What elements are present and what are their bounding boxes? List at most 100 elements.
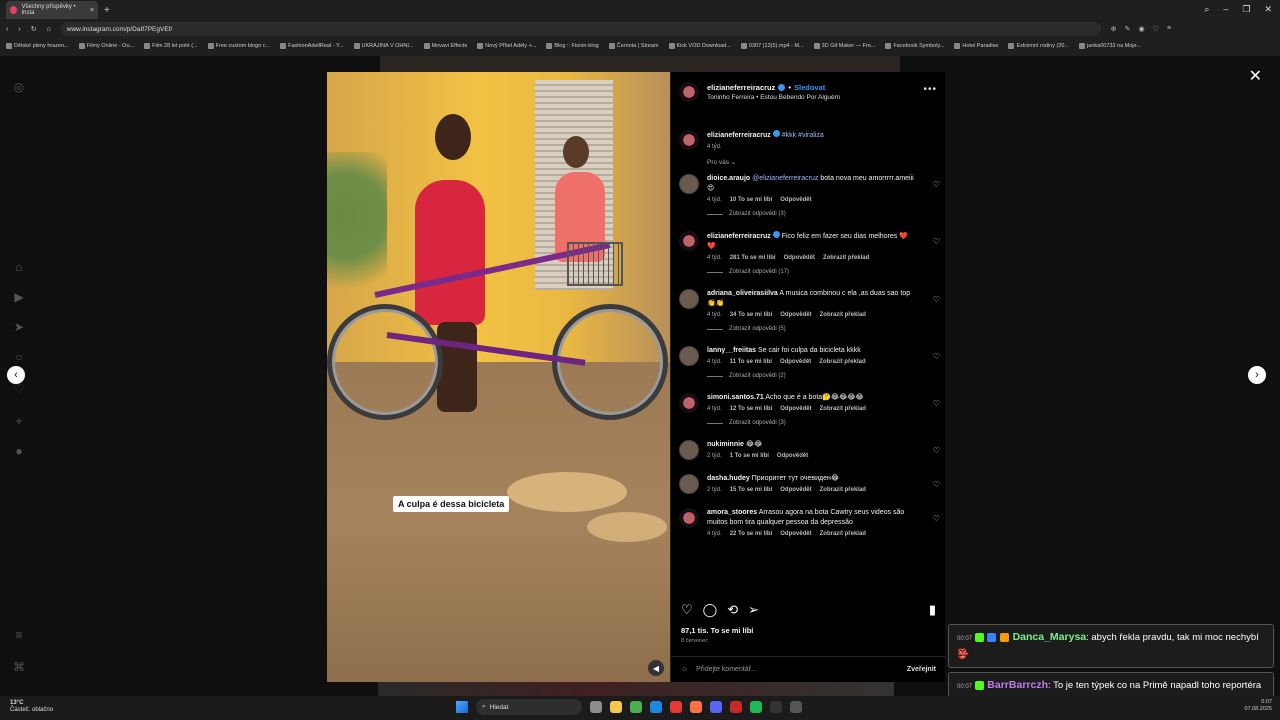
task-view-icon[interactable] — [590, 701, 602, 713]
comment-likes[interactable]: 12 To se mi líbí — [730, 406, 773, 412]
repost-icon[interactable]: ⟲ — [727, 602, 738, 618]
instagram-logo-icon[interactable]: ◎ — [12, 80, 26, 94]
home-icon[interactable]: ⌂ — [47, 26, 51, 33]
comment-likes[interactable]: 34 To se mi líbí — [730, 312, 773, 318]
reply-button[interactable]: Odpovědět — [780, 197, 811, 203]
translate-button[interactable]: Zobrazit překlad — [823, 255, 869, 261]
view-replies-button[interactable]: Zobrazit odpovědi (3) — [707, 211, 917, 217]
comments-list[interactable]: elizianeferreiracruz #kkk #viraliza 4 tý… — [671, 116, 946, 578]
reply-button[interactable]: Odpovědět — [780, 406, 811, 412]
system-tray[interactable]: 0:07 07.08.2025 — [1244, 699, 1272, 713]
like-comment-icon[interactable]: ♡ — [933, 237, 940, 246]
comment-icon[interactable]: ◯ — [703, 602, 718, 618]
firefox-icon[interactable] — [690, 701, 702, 713]
bookmark-item[interactable]: Film 28 let poté (... — [144, 43, 198, 49]
follow-button[interactable]: Sledovat — [794, 83, 825, 92]
maximize-icon[interactable]: ❐ — [1242, 4, 1250, 15]
bookmark-item[interactable]: Free custom bingo c... — [207, 43, 270, 49]
like-comment-icon[interactable]: ♡ — [933, 446, 940, 455]
comment-username[interactable]: amora_stoores — [707, 509, 757, 516]
translate-button[interactable]: Zobrazit překlad — [820, 312, 866, 318]
caption-hashtags[interactable]: #kkk #viraliza — [782, 132, 824, 139]
comment-likes[interactable]: 15 To se mi líbí — [730, 487, 773, 493]
sort-dropdown[interactable]: Pro vás ⌄ — [671, 158, 946, 166]
steam-icon[interactable] — [650, 701, 662, 713]
bookmark-item[interactable]: UKRAJINA V OHNI... — [353, 43, 414, 49]
avatar[interactable] — [679, 82, 699, 102]
like-icon[interactable]: ♡ — [681, 602, 693, 618]
profile-nav-icon[interactable]: ● — [12, 444, 26, 458]
view-replies-button[interactable]: Zobrazit odpovědi (3) — [707, 420, 917, 426]
discord-icon[interactable] — [710, 701, 722, 713]
caption-username[interactable]: elizianeferreiracruz — [707, 132, 771, 139]
bookmark-item[interactable]: Černota | Stream — [608, 43, 659, 49]
menu-icon[interactable]: ≡ — [1167, 25, 1171, 33]
threads-nav-icon[interactable]: ⌘ — [12, 660, 26, 674]
like-comment-icon[interactable]: ♡ — [933, 480, 940, 489]
comment-likes[interactable]: 1 To se mi líbí — [730, 453, 769, 459]
close-tab-icon[interactable]: × — [90, 7, 94, 14]
author-username[interactable]: elizianeferreiracruz — [707, 83, 775, 92]
home-nav-icon[interactable]: ⌂ — [12, 260, 26, 274]
chat-username[interactable]: BarrBarrczh — [987, 679, 1048, 691]
audio-track[interactable]: Toninho Ferreira • Estou Bebendo Por Alg… — [707, 94, 840, 101]
taskbar-search[interactable]: ⌕ Hledat — [476, 699, 582, 715]
avatar[interactable] — [679, 130, 699, 150]
search-nav-icon[interactable]: ○ — [12, 350, 26, 364]
start-icon[interactable] — [456, 701, 468, 713]
weather-widget[interactable]: 13°C Částeč. oblačno — [10, 700, 53, 714]
bookmark-item[interactable]: 3D Gif Maker — Fre... — [813, 43, 875, 49]
like-comment-icon[interactable]: ♡ — [933, 514, 940, 523]
comment-username[interactable]: lanny__freiitas — [707, 347, 756, 354]
xbox-icon[interactable] — [770, 701, 782, 713]
comment-username[interactable]: elizianeferreiracruz — [707, 233, 771, 240]
chat-username[interactable]: Danca_Marysa — [1013, 631, 1087, 643]
avatar[interactable] — [679, 346, 699, 366]
url-field[interactable]: www.instagram.com/p/DaIf7PEgVEf/ — [60, 22, 1101, 36]
comment-likes[interactable]: 11 To se mi líbí — [730, 359, 772, 365]
heart-icon[interactable]: ♡ — [1153, 25, 1159, 33]
opera-icon[interactable] — [670, 701, 682, 713]
view-replies-button[interactable]: Zobrazit odpovědi (17) — [707, 269, 917, 275]
reply-button[interactable]: Odpovědět — [780, 531, 811, 537]
comment-username[interactable]: dasha.hudey — [707, 475, 750, 482]
bookmark-item[interactable]: FashionAdellReal - Y... — [280, 43, 344, 49]
close-modal-icon[interactable]: ✕ — [1249, 66, 1262, 86]
bookmark-item[interactable]: Facebook Symboly... — [885, 43, 944, 49]
comment-likes[interactable]: 10 To se mi líbí — [730, 197, 773, 203]
close-window-icon[interactable]: ✕ — [1264, 4, 1272, 15]
save-icon[interactable]: ▮ — [929, 602, 936, 618]
reply-button[interactable]: Odpovědět — [780, 359, 811, 365]
create-nav-icon[interactable]: + — [12, 414, 26, 428]
bookmark-item[interactable]: Dětské pleny hrazen... — [6, 43, 69, 49]
view-replies-button[interactable]: Zobrazit odpovědi (2) — [707, 373, 917, 379]
comment-username[interactable]: dioice.araujo — [707, 175, 750, 182]
browser-tab[interactable]: Všechny příspěvky • Insta × — [6, 1, 98, 19]
avatar[interactable] — [679, 231, 699, 251]
file-explorer-icon[interactable] — [610, 701, 622, 713]
edit-icon[interactable]: ✎ — [1125, 25, 1131, 33]
avatar[interactable] — [679, 289, 699, 309]
avatar[interactable] — [679, 174, 699, 194]
camera-icon[interactable]: ◉ — [1139, 25, 1145, 33]
bookmark-item[interactable]: Extrémní rodiny (20... — [1008, 43, 1069, 49]
bookmark-item[interactable]: Hotel Paradise — [954, 43, 998, 49]
reply-button[interactable]: Odpovědět — [784, 255, 815, 261]
more-menu-icon[interactable]: ≡ — [12, 628, 26, 642]
comment-mention[interactable]: @elizianeferreiracruz — [752, 175, 818, 182]
bookmark-item[interactable]: Kick VOD Download... — [668, 43, 731, 49]
like-comment-icon[interactable]: ♡ — [933, 295, 940, 304]
minimize-icon[interactable]: – — [1223, 4, 1228, 15]
bookmark-item[interactable]: janka00733 na Moje... — [1079, 43, 1141, 49]
notifications-nav-icon[interactable]: ♡ — [12, 382, 26, 396]
comment-username[interactable]: simoni.santos.71 — [707, 394, 764, 401]
translate-button[interactable]: Zobrazit překlad — [820, 406, 866, 412]
translate-button[interactable]: Zobrazit překlad — [820, 531, 866, 537]
like-comment-icon[interactable]: ♡ — [933, 352, 940, 361]
chrome-icon[interactable] — [630, 701, 642, 713]
search-tabs-icon[interactable]: ⌕ — [1204, 4, 1209, 15]
reels-nav-icon[interactable]: ▶ — [12, 290, 26, 304]
comment-input[interactable]: Přidejte komentář... — [696, 666, 757, 673]
bookmark-item[interactable]: Movavi Effects — [423, 43, 467, 49]
comment-username[interactable]: adriana_oliveirasiilva — [707, 290, 778, 297]
